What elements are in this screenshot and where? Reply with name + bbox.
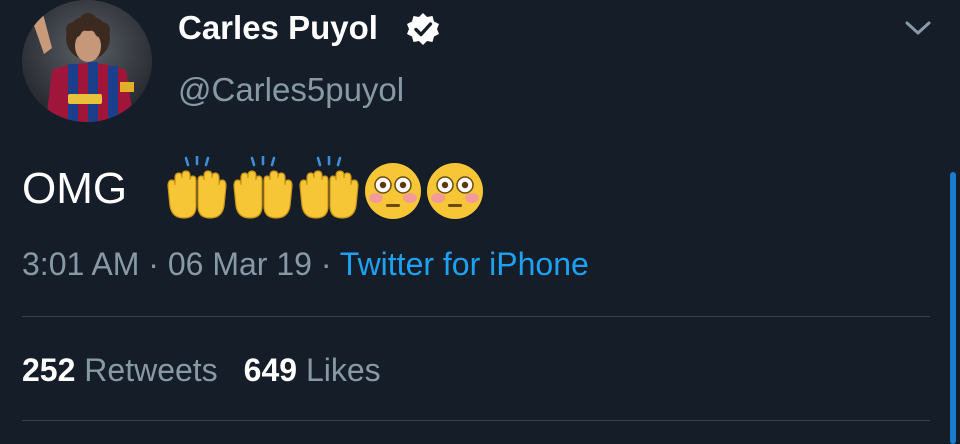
retweets-stat[interactable]: 252 Retweets [22, 352, 218, 388]
separator: · [320, 246, 332, 282]
chevron-down-icon[interactable] [902, 16, 934, 40]
tweet-date[interactable]: 06 Mar 19 [168, 246, 312, 282]
scrollbar[interactable] [950, 172, 956, 444]
tweet-stats: 252 Retweets 649 Likes [22, 350, 381, 390]
flushed-face-icon [362, 160, 424, 222]
divider [22, 420, 930, 421]
author-handle[interactable]: @Carles5puyol [178, 70, 404, 110]
retweets-count: 252 [22, 352, 76, 388]
tweet-metadata: 3:01 AM · 06 Mar 19 · Twitter for iPhone [22, 244, 589, 284]
tweet-source-link[interactable]: Twitter for iPhone [340, 246, 589, 282]
raising-hands-icon [164, 156, 230, 222]
likes-stat[interactable]: 649 Likes [244, 352, 381, 388]
separator: · [148, 246, 159, 282]
likes-count: 649 [243, 352, 298, 388]
retweets-label: Retweets [84, 352, 218, 388]
verified-badge-icon [405, 11, 441, 47]
flushed-face-icon [424, 160, 486, 222]
divider [22, 316, 930, 317]
author-avatar[interactable] [22, 0, 152, 122]
author-display-name[interactable]: Carles Puyol [178, 8, 378, 48]
raising-hands-icon [230, 156, 296, 222]
tweet-emojis [164, 156, 486, 222]
likes-label: Likes [305, 352, 381, 388]
tweet-time[interactable]: 3:01 AM [22, 246, 139, 282]
raising-hands-icon [296, 156, 362, 222]
tweet-text: OMG [22, 164, 128, 213]
